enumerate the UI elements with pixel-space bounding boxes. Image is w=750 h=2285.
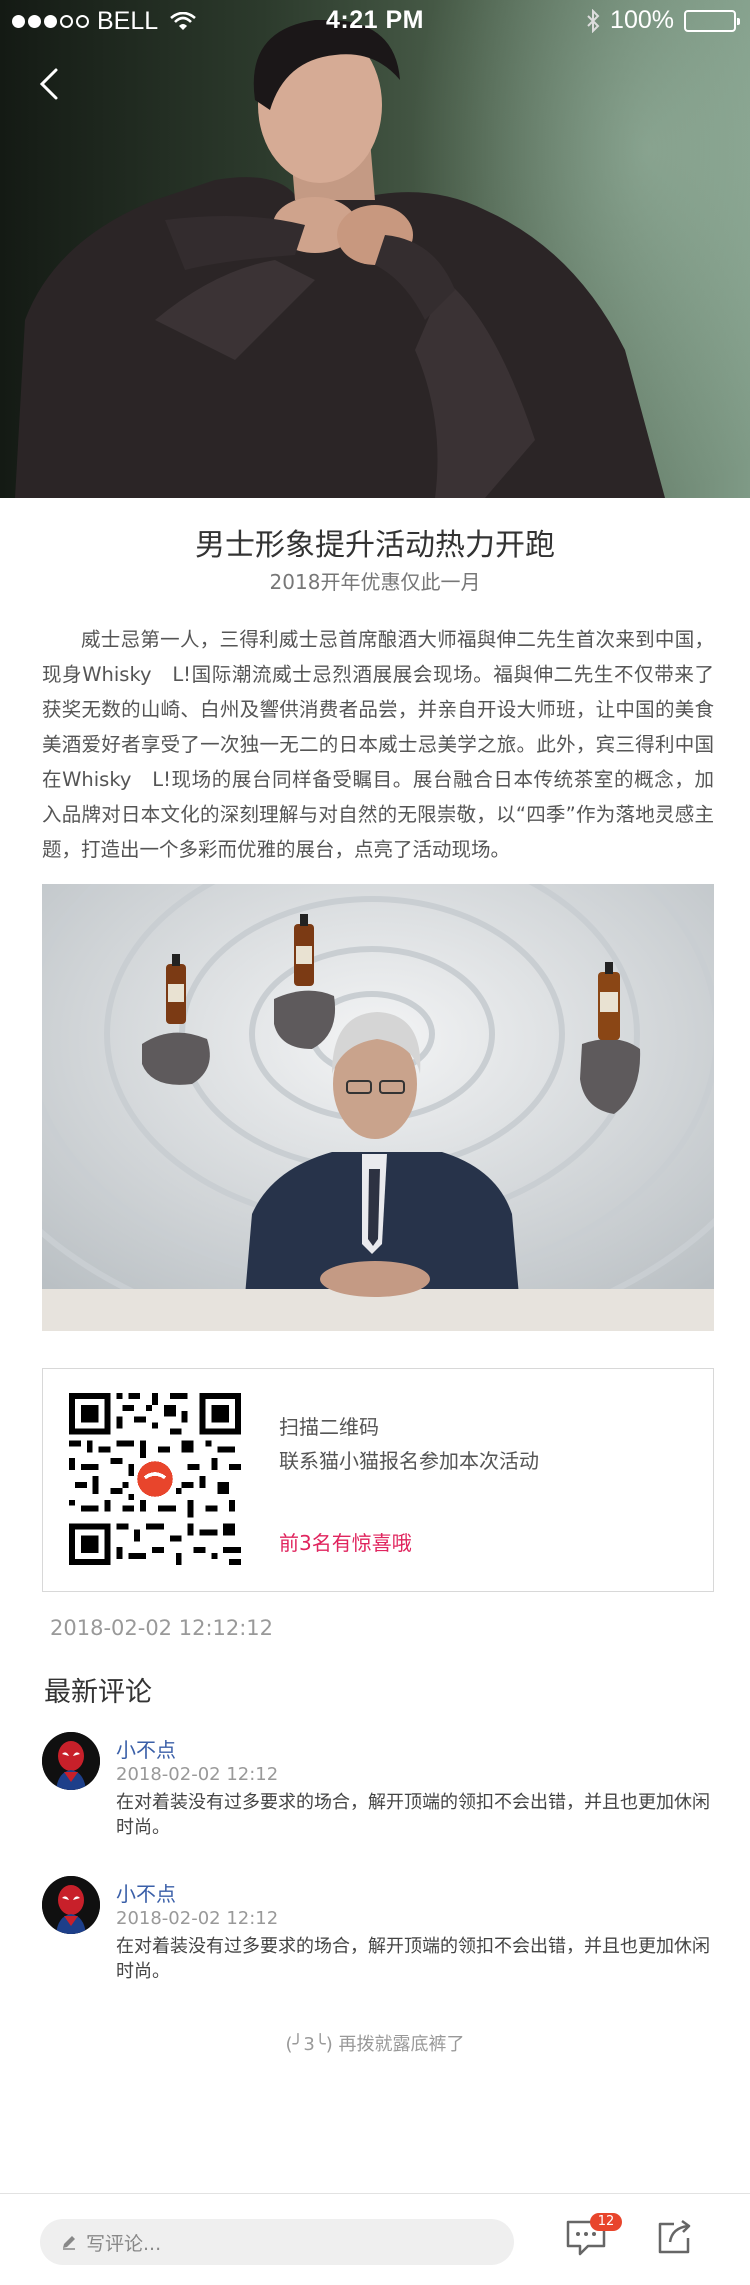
share-icon xyxy=(658,2219,691,2254)
bottom-action-bar: 写评论... 12 xyxy=(0,2193,750,2285)
qr-signup-card: 扫描二维码 联系猫小猫报名参加本次活动 前3名有惊喜哦 xyxy=(42,1368,714,1592)
chevron-left-icon xyxy=(39,68,58,100)
article-photo-illustration xyxy=(42,884,714,1331)
status-bar: BELL 4:21 PM 100% xyxy=(0,0,750,42)
battery-percent: 100% xyxy=(610,6,674,34)
comments-section-title: 最新评论 xyxy=(44,1677,152,1708)
avatar[interactable] xyxy=(42,1876,100,1934)
post-timestamp: 2018-02-02 12:12:12 xyxy=(50,1616,274,1640)
avatar[interactable] xyxy=(42,1732,100,1790)
comment-item: 小不点 2018-02-02 12:12 在对着装没有过多要求的场合，解开顶端的… xyxy=(42,1732,714,1842)
comment-input-placeholder: 写评论... xyxy=(86,2232,162,2255)
article-subtitle: 2018开年优惠仅此一月 xyxy=(269,570,481,594)
end-of-list-hint: (╯3╰) 再拨就露底裤了 xyxy=(285,2034,465,2055)
article-body: 威士忌第一人，三得利威士忌首席酿酒大师福與伸二先生首次来到中国，现身Whisky… xyxy=(42,628,714,861)
status-bar-right: 100% xyxy=(586,6,740,35)
bluetooth-icon xyxy=(587,8,600,33)
comment-author[interactable]: 小不点 xyxy=(116,1734,176,1763)
comment-author[interactable]: 小不点 xyxy=(116,1878,176,1907)
article-photo xyxy=(42,884,714,1331)
article-title: 男士形象提升活动热力开跑 xyxy=(195,528,555,563)
hero-image xyxy=(0,0,750,498)
comment-item: 小不点 2018-02-02 12:12 在对着装没有过多要求的场合，解开顶端的… xyxy=(42,1876,714,1986)
qr-contact-text: 联系猫小猫报名参加本次活动 xyxy=(279,1449,539,1473)
battery-icon xyxy=(684,9,740,32)
comment-count-badge: 12 xyxy=(590,2213,622,2231)
share-button[interactable] xyxy=(654,2216,696,2258)
qr-instruction: 扫描二维码 xyxy=(279,1415,379,1439)
comment-time: 2018-02-02 12:12 xyxy=(116,1908,279,1929)
pencil-icon xyxy=(63,2236,75,2250)
comment-text: 在对着装没有过多要求的场合，解开顶端的领扣不会出错，并且也更加休闲时尚。 xyxy=(116,1792,710,1838)
comment-input[interactable]: 写评论... xyxy=(40,2219,514,2265)
hero-person-illustration xyxy=(15,20,665,498)
back-button[interactable] xyxy=(30,62,74,106)
comment-text: 在对着装没有过多要求的场合，解开顶端的领扣不会出错，并且也更加休闲时尚。 xyxy=(116,1936,710,1982)
qr-bonus-text: 前3名有惊喜哦 xyxy=(279,1531,412,1555)
qr-code-image[interactable] xyxy=(69,1393,241,1565)
comment-time: 2018-02-02 12:12 xyxy=(116,1764,279,1785)
